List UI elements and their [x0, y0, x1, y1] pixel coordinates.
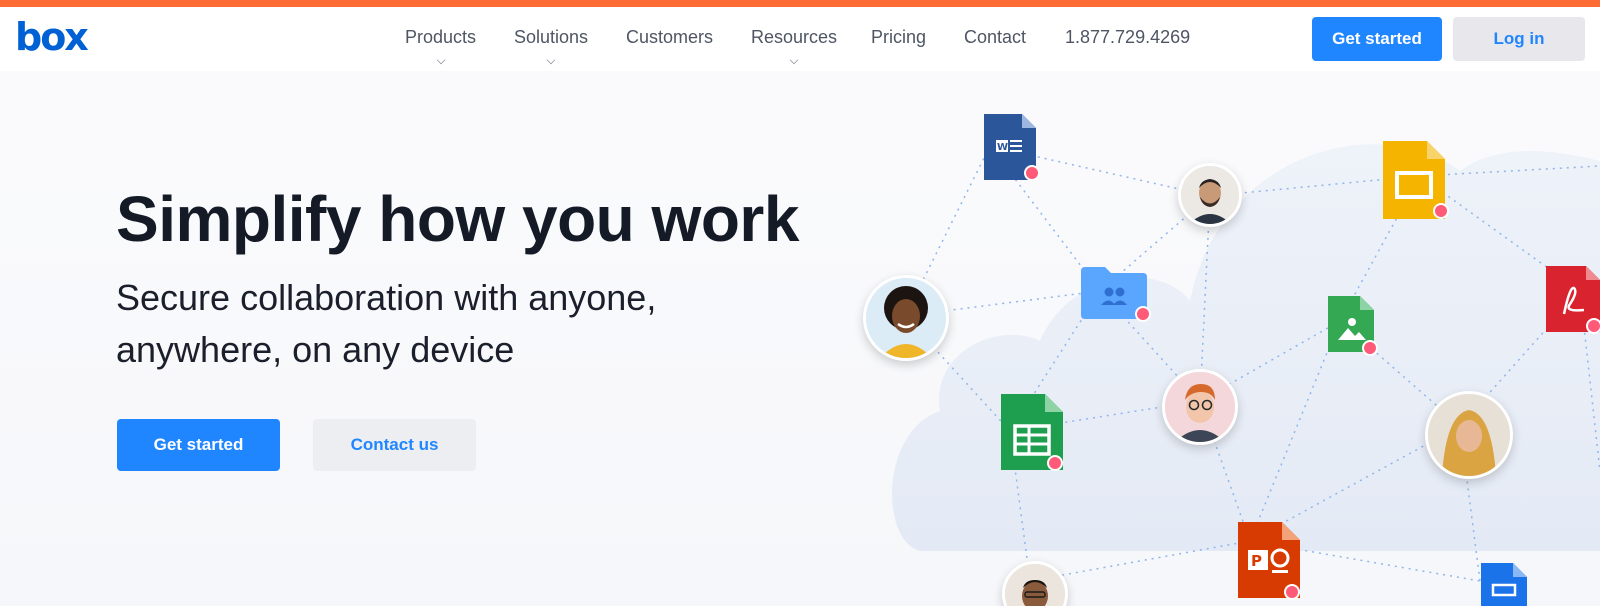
header-get-started-button[interactable]: Get started: [1312, 17, 1442, 61]
cloud-network-graphic: [892, 144, 1600, 582]
nav-label: Pricing: [871, 27, 927, 47]
box-logo[interactable]: box: [15, 18, 89, 56]
top-accent-bar: [0, 0, 1600, 7]
contact-us-button[interactable]: Contact us: [313, 419, 476, 471]
hero-title: Simplify how you work: [116, 183, 799, 255]
avatar-man-glasses: [1162, 369, 1238, 445]
pdf-icon: [1546, 266, 1600, 334]
nav-item-contact[interactable]: Contact: [964, 27, 1026, 55]
hero-subtitle: Secure collaboration with anyone, anywhe…: [116, 277, 657, 370]
collaboration-illustration: W P: [860, 71, 1600, 606]
chevron-down-icon: [789, 55, 799, 65]
login-button[interactable]: Log in: [1453, 17, 1585, 61]
lock-badge-icon: [1284, 584, 1300, 600]
nav-label: Customers: [626, 27, 714, 47]
lock-badge-icon: [1135, 306, 1151, 322]
svg-text:P: P: [1251, 552, 1262, 570]
nav-label: Resources: [751, 27, 838, 47]
nav-item-customers[interactable]: Customers: [626, 27, 713, 55]
shared-folder-icon: [1081, 267, 1151, 322]
cloud-shape: [892, 144, 1600, 551]
logo-text: box: [15, 15, 89, 59]
nav-label: Products: [405, 27, 477, 47]
image-file-icon: [1328, 296, 1378, 356]
google-slides-icon: [1383, 141, 1449, 219]
hero-get-started-button[interactable]: Get started: [117, 419, 280, 471]
nav-item-pricing[interactable]: Pricing: [871, 27, 926, 55]
avatar-woman-headscarf: [1425, 391, 1513, 479]
lock-badge-icon: [1362, 340, 1378, 356]
lock-badge-icon: [1433, 203, 1449, 219]
svg-text:W: W: [997, 142, 1008, 153]
lock-badge-icon: [1024, 165, 1040, 181]
word-doc-icon: W: [984, 114, 1040, 181]
nav-item-resources[interactable]: Resources: [751, 27, 838, 65]
nav-label: Contact: [964, 27, 1027, 47]
lock-badge-icon: [1586, 318, 1600, 334]
nav-item-solutions[interactable]: Solutions: [514, 27, 589, 65]
keynote-icon: [1481, 563, 1527, 606]
google-sheets-icon: [1001, 394, 1063, 471]
site-header: box Products Solutions Customers Resourc…: [0, 7, 1600, 71]
lock-badge-icon: [1047, 455, 1063, 471]
avatar-man-beard: [1178, 163, 1242, 227]
avatar-woman-curly: [863, 275, 949, 361]
nav-label: Solutions: [514, 27, 589, 47]
phone-number[interactable]: 1.877.729.4269: [1065, 27, 1190, 48]
chevron-down-icon: [436, 55, 445, 65]
powerpoint-icon: P: [1238, 522, 1300, 600]
nav-item-products[interactable]: Products: [405, 27, 477, 65]
chevron-down-icon: [546, 55, 556, 65]
